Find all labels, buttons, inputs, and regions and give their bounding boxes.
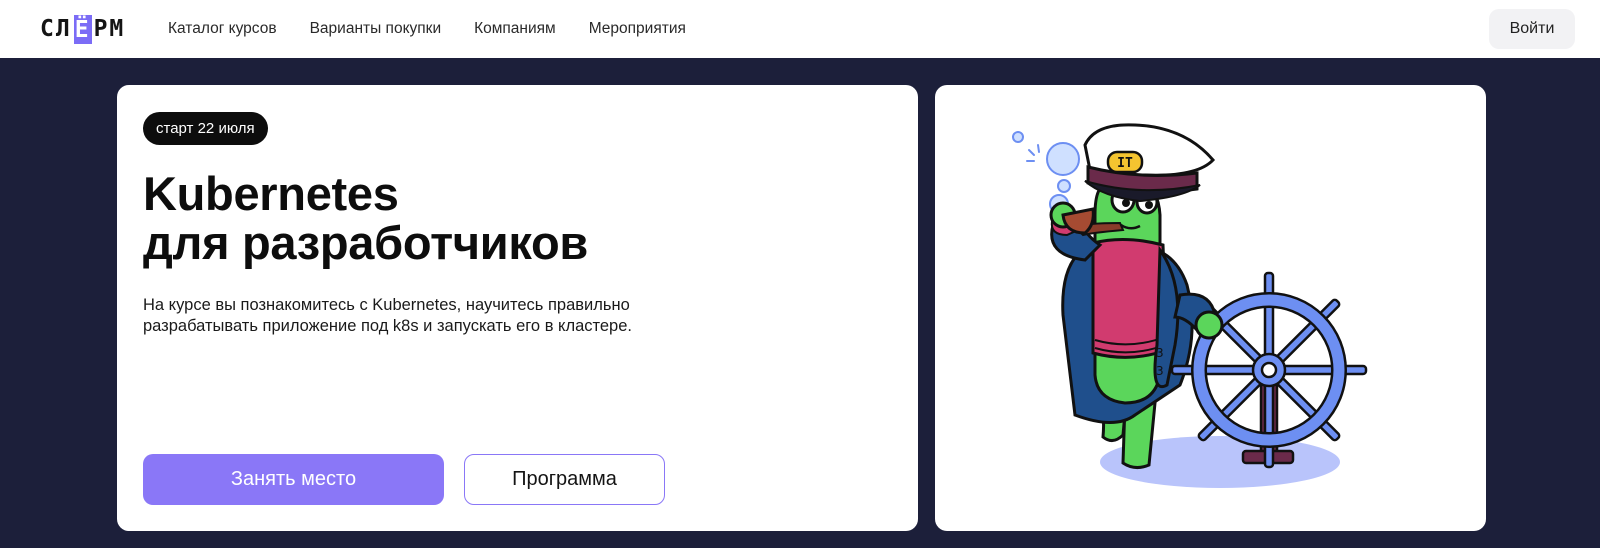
enroll-button[interactable]: Занять место bbox=[143, 454, 444, 505]
nav-purchase-options[interactable]: Варианты покупки bbox=[310, 20, 442, 38]
course-title: Kubernetes для разработчиков bbox=[143, 169, 843, 267]
course-description: На курсе вы познакомитесь с Kubernetes, … bbox=[143, 296, 632, 335]
logo-highlight-letter: Ё bbox=[73, 14, 92, 44]
bubbles-icon bbox=[1012, 131, 1080, 214]
svg-text:3: 3 bbox=[1156, 364, 1164, 378]
mascot-captain-illustration: 3 3 IT bbox=[1012, 123, 1368, 488]
main-nav: Каталог курсов Варианты покупки Компания… bbox=[168, 0, 686, 58]
sparkle-icon bbox=[1026, 144, 1040, 162]
nav-events[interactable]: Мероприятия bbox=[589, 20, 686, 38]
login-button[interactable]: Войти bbox=[1489, 9, 1575, 49]
captain-hat-icon bbox=[1083, 123, 1216, 177]
mascot-hand-right bbox=[1194, 310, 1224, 340]
coat-buttons: 3 bbox=[1156, 346, 1164, 360]
cap-badge-text: IT bbox=[1117, 156, 1133, 171]
logo[interactable]: СЛ Ё РМ bbox=[40, 12, 125, 46]
logo-text-start: СЛ bbox=[40, 16, 72, 42]
illustration-card: 3 3 IT bbox=[935, 85, 1486, 531]
course-title-line-2: для разработчиков bbox=[143, 216, 588, 269]
course-info-card: старт 22 июля Kubernetes для разработчик… bbox=[117, 85, 918, 531]
logo-text-end: РМ bbox=[93, 16, 126, 42]
course-title-line-1: Kubernetes bbox=[143, 167, 399, 220]
nav-catalog[interactable]: Каталог курсов bbox=[168, 20, 277, 38]
start-date-badge: старт 22 июля bbox=[143, 112, 268, 145]
nav-companies[interactable]: Компаниям bbox=[474, 20, 556, 38]
site-header: СЛ Ё РМ Каталог курсов Варианты покупки Ко… bbox=[0, 0, 1600, 58]
program-button[interactable]: Программа bbox=[464, 454, 665, 505]
